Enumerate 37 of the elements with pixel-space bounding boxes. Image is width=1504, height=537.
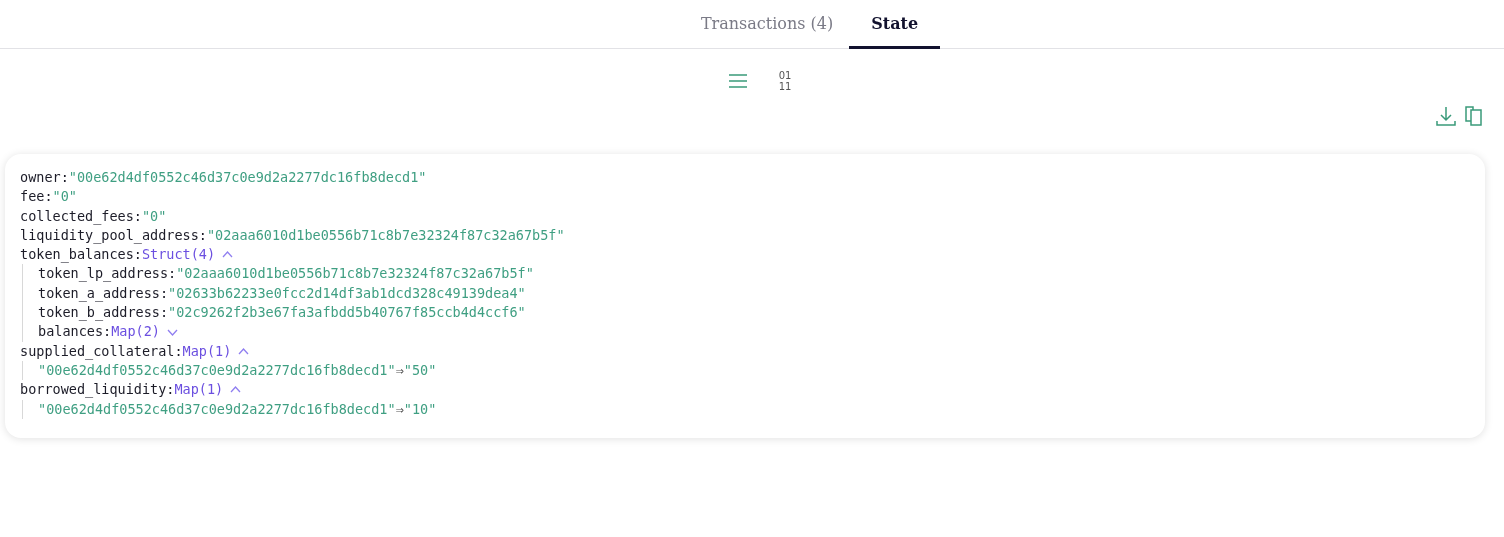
type-label[interactable]: Map(2) [111,322,160,342]
state-value: "00e62d4df0552c46d37c0e9d2a2277dc16fb8decd1" [68,168,427,187]
state-key: token_lp_address: [38,264,177,284]
state-key: token_a_address: [38,283,169,304]
chevron-icon[interactable] [238,347,250,355]
map-key: "00e62d4df0552c46d37c0e9d2a2277dc16fb8decd1" [38,360,396,381]
download-icon[interactable] [1436,106,1456,126]
copy-icon[interactable] [1464,106,1484,126]
chevron-icon[interactable] [166,328,178,336]
state-key: owner: [20,168,69,188]
chevron-icon[interactable] [230,386,242,394]
state-key: liquidity_pool_address: [20,225,207,246]
state-value: "02c9262f2b3e67fa3afbdd5b40767f85ccb4d4ccf6" [168,303,526,323]
arrow-symbol: ⇒ [395,399,404,419]
map-value: "10" [403,399,437,419]
state-key: borrowed_liquidity: [20,380,175,400]
tab[interactable]: State [849,0,941,49]
arrow-symbol: ⇒ [395,360,404,380]
state-key: supplied_collateral: [20,341,183,361]
chevron-icon[interactable] [222,251,234,259]
state-value: "02aaa6010d1be0556b71c8b7e32324f87c32a67b5f" [176,264,534,284]
state-value: "02633b62233e0fcc2d14df3ab1dcd328c49139dea4" [168,283,526,303]
map-key: "00e62d4df0552c46d37c0e9d2a2277dc16fb8decd1" [38,399,396,419]
type-label[interactable]: Map(1) [174,380,224,400]
binary-view-button[interactable]: 01 11 [776,68,794,94]
state-key: collected_fees: [20,206,142,226]
type-label[interactable]: Struct(4) [141,245,216,265]
state-value: "0" [141,206,167,226]
state-value: "0" [52,187,77,207]
tab[interactable]: Transactions (4) [684,0,850,49]
state-key: balances: [38,322,112,342]
state-value: "02aaa6010d1be0556b71c8b7e32324f87c32a67b5f" [206,225,565,245]
map-value: "50" [403,360,437,380]
type-label[interactable]: Map(1) [182,341,232,361]
state-key: token_balances: [20,245,142,265]
state-key: fee: [20,187,53,207]
state-key: token_b_address: [38,303,169,323]
